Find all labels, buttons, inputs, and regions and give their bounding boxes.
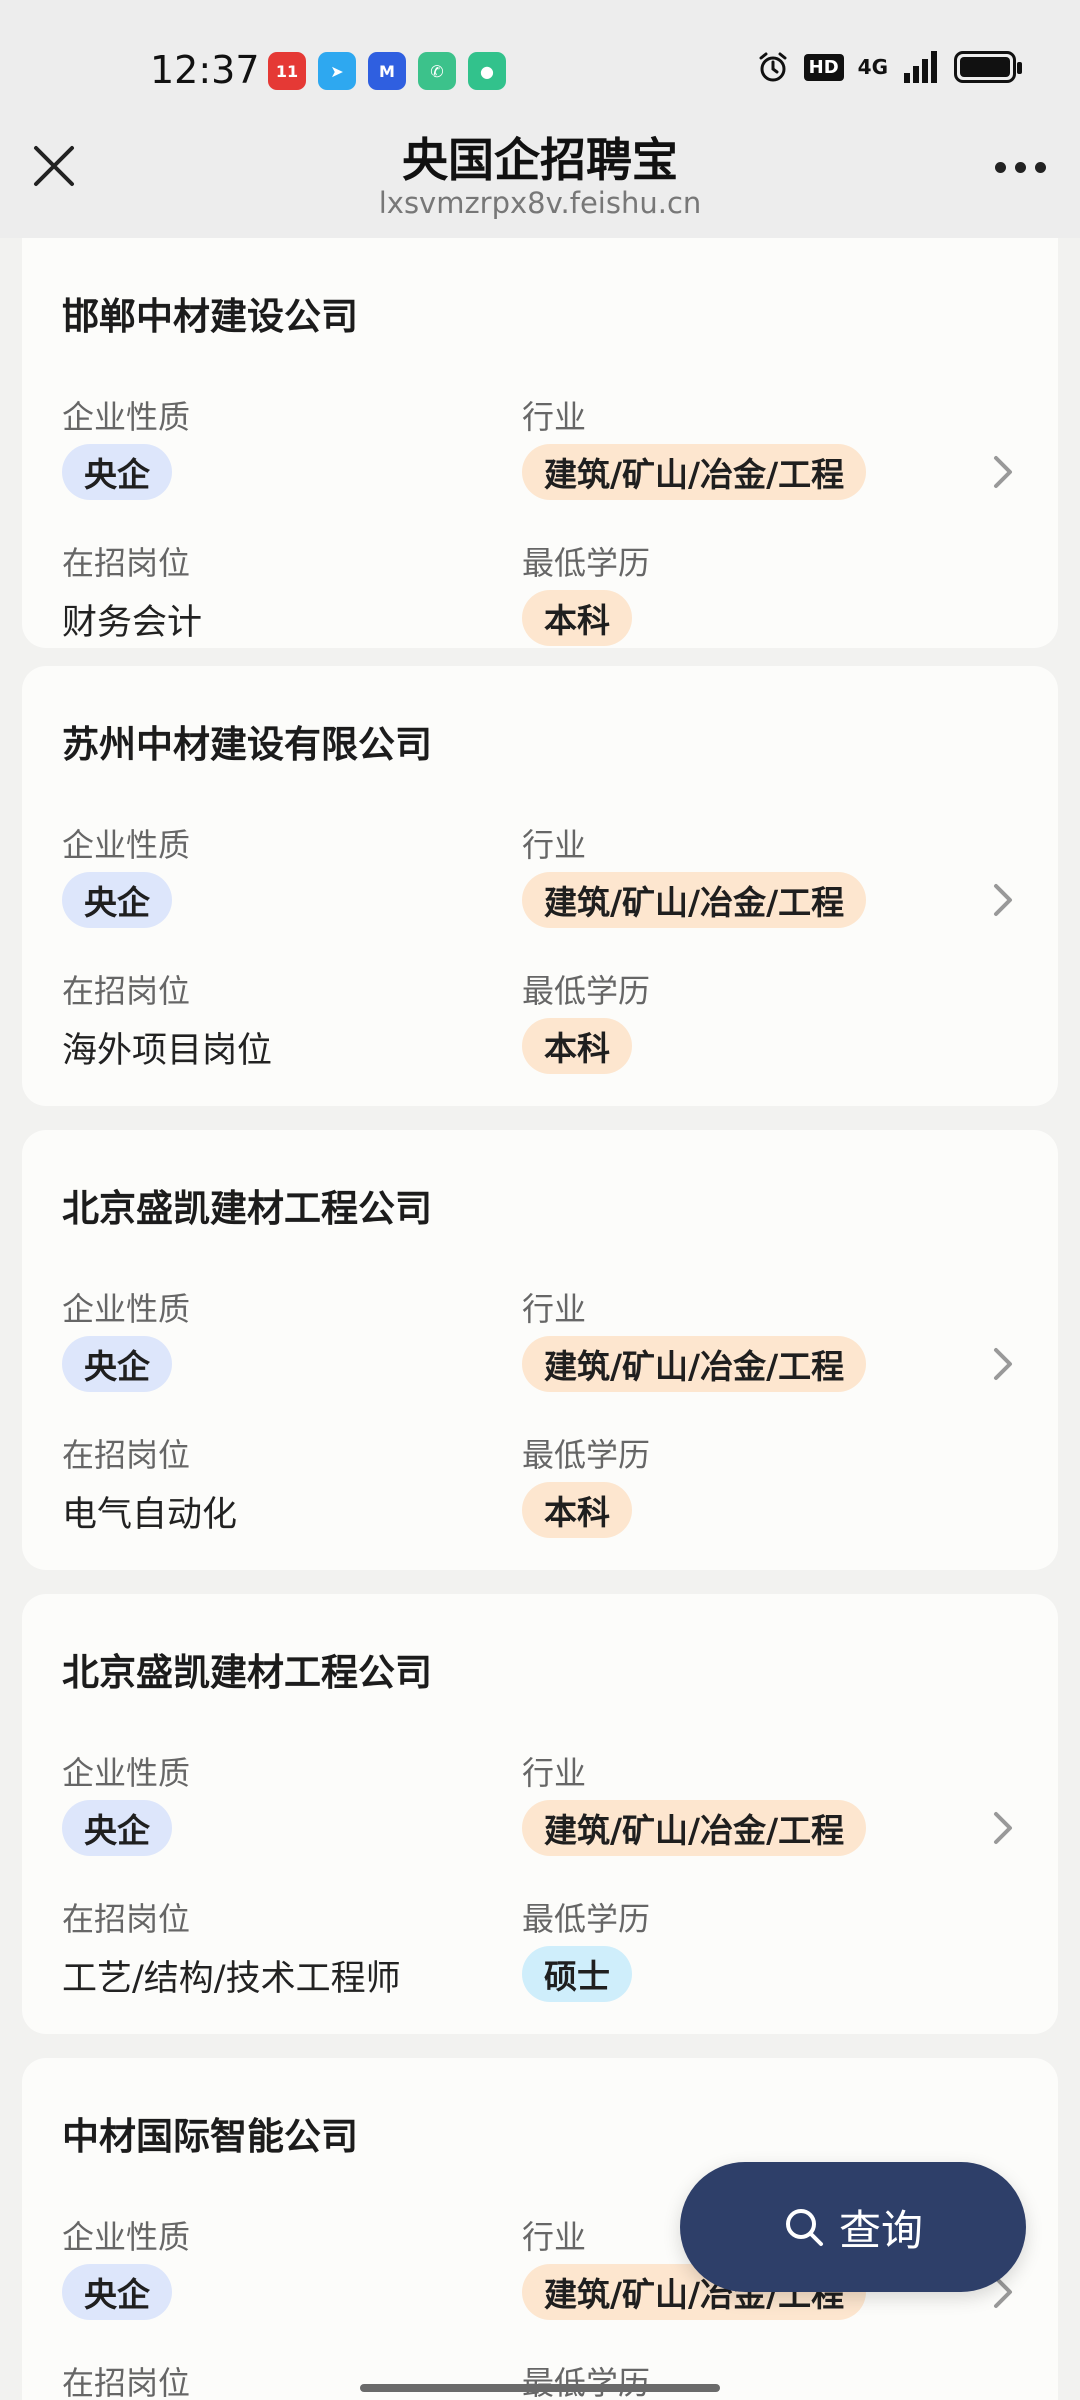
page-url: lxsvmzrpx8v.feishu.cn — [378, 186, 702, 220]
education-label: 最低学历 — [522, 1436, 651, 1474]
network-type: 4G — [857, 55, 888, 79]
industry-label: 行业 — [522, 1754, 587, 1792]
hd-badge: HD — [803, 53, 844, 81]
position-label: 在招岗位 — [62, 972, 191, 1010]
position-value: 海外项目岗位 — [62, 1031, 273, 1071]
alarm-icon — [759, 52, 787, 82]
phone-app-icon: ✆ — [418, 52, 456, 90]
company-card[interactable]: 北京盛凯建材工程公司 企业性质 行业 央企 建筑/矿山/冶金/工程 在招岗位 最… — [22, 1130, 1058, 1570]
company-card[interactable]: 邯郸中材建设公司 企业性质 行业 央企 建筑/矿山/冶金/工程 在招岗位 最低学… — [22, 238, 1058, 648]
education-tag: 本科 — [522, 590, 632, 646]
query-button[interactable]: 查询 — [680, 2162, 1026, 2292]
nature-tag: 央企 — [62, 1800, 172, 1856]
position-value: 财务会计 — [62, 603, 203, 643]
status-app-icons: 11 ➤ M ✆ ● — [268, 52, 506, 90]
app-header: 央国企招聘宝 lxsvmzrpx8v.feishu.cn — [0, 118, 1080, 238]
status-indicators: HD 4G — [756, 50, 1022, 84]
industry-tag: 建筑/矿山/冶金/工程 — [522, 872, 867, 928]
chevron-right-icon[interactable] — [988, 1808, 1018, 1848]
nature-label: 企业性质 — [62, 1290, 191, 1328]
jd-app-icon: M — [368, 52, 406, 90]
nature-tag: 央企 — [62, 444, 172, 500]
nature-tag: 央企 — [62, 872, 172, 928]
education-tag: 本科 — [522, 1482, 632, 1538]
status-time: 12:37 — [150, 48, 260, 92]
position-value: 工艺/结构/技术工程师 — [62, 1959, 401, 1999]
company-name: 邯郸中材建设公司 — [62, 295, 358, 338]
nature-tag: 央企 — [62, 1336, 172, 1392]
chevron-right-icon[interactable] — [988, 880, 1018, 920]
company-name: 北京盛凯建材工程公司 — [62, 1651, 432, 1694]
nature-label: 企业性质 — [62, 1754, 191, 1792]
home-indicator[interactable] — [360, 2384, 720, 2392]
company-list: 邯郸中材建设公司 企业性质 行业 央企 建筑/矿山/冶金/工程 在招岗位 最低学… — [0, 238, 1080, 2400]
education-label: 最低学历 — [522, 1900, 651, 1938]
position-label: 在招岗位 — [62, 1436, 191, 1474]
position-label: 在招岗位 — [62, 1900, 191, 1938]
company-name: 北京盛凯建材工程公司 — [62, 1187, 432, 1230]
education-tag: 硕士 — [522, 1946, 632, 2002]
industry-label: 行业 — [522, 2218, 587, 2256]
chat-app-icon: ● — [468, 52, 506, 90]
company-card[interactable]: 苏州中材建设有限公司 企业性质 行业 央企 建筑/矿山/冶金/工程 在招岗位 最… — [22, 666, 1058, 1106]
position-label: 在招岗位 — [62, 2364, 191, 2400]
industry-label: 行业 — [522, 398, 587, 436]
signal-icon — [904, 51, 937, 83]
education-label: 最低学历 — [522, 2364, 651, 2400]
industry-label: 行业 — [522, 1290, 587, 1328]
search-icon — [785, 2209, 823, 2246]
industry-tag: 建筑/矿山/冶金/工程 — [522, 1336, 867, 1392]
nature-label: 企业性质 — [62, 826, 191, 864]
nature-label: 企业性质 — [62, 2218, 191, 2256]
company-name: 苏州中材建设有限公司 — [62, 723, 432, 766]
education-label: 最低学历 — [522, 972, 651, 1010]
industry-tag: 建筑/矿山/冶金/工程 — [522, 444, 867, 500]
nature-tag: 央企 — [62, 2264, 172, 2320]
chevron-right-icon[interactable] — [988, 452, 1018, 492]
battery-icon — [954, 51, 1022, 83]
education-tag: 本科 — [522, 1018, 632, 1074]
query-button-label: 查询 — [838, 2205, 923, 2255]
company-name: 中材国际智能公司 — [62, 2115, 358, 2158]
more-menu-icon[interactable] — [995, 162, 1046, 173]
chevron-right-icon[interactable] — [988, 1344, 1018, 1384]
position-value: 电气自动化 — [62, 1495, 238, 1535]
shopping-app-icon: 11 — [268, 52, 306, 90]
page-title: 央国企招聘宝 — [402, 133, 678, 187]
industry-tag: 建筑/矿山/冶金/工程 — [522, 1800, 867, 1856]
education-label: 最低学历 — [522, 544, 651, 582]
position-label: 在招岗位 — [62, 544, 191, 582]
nature-label: 企业性质 — [62, 398, 191, 436]
company-card[interactable]: 北京盛凯建材工程公司 企业性质 行业 央企 建筑/矿山/冶金/工程 在招岗位 最… — [22, 1594, 1058, 2034]
send-app-icon: ➤ — [318, 52, 356, 90]
industry-label: 行业 — [522, 826, 587, 864]
